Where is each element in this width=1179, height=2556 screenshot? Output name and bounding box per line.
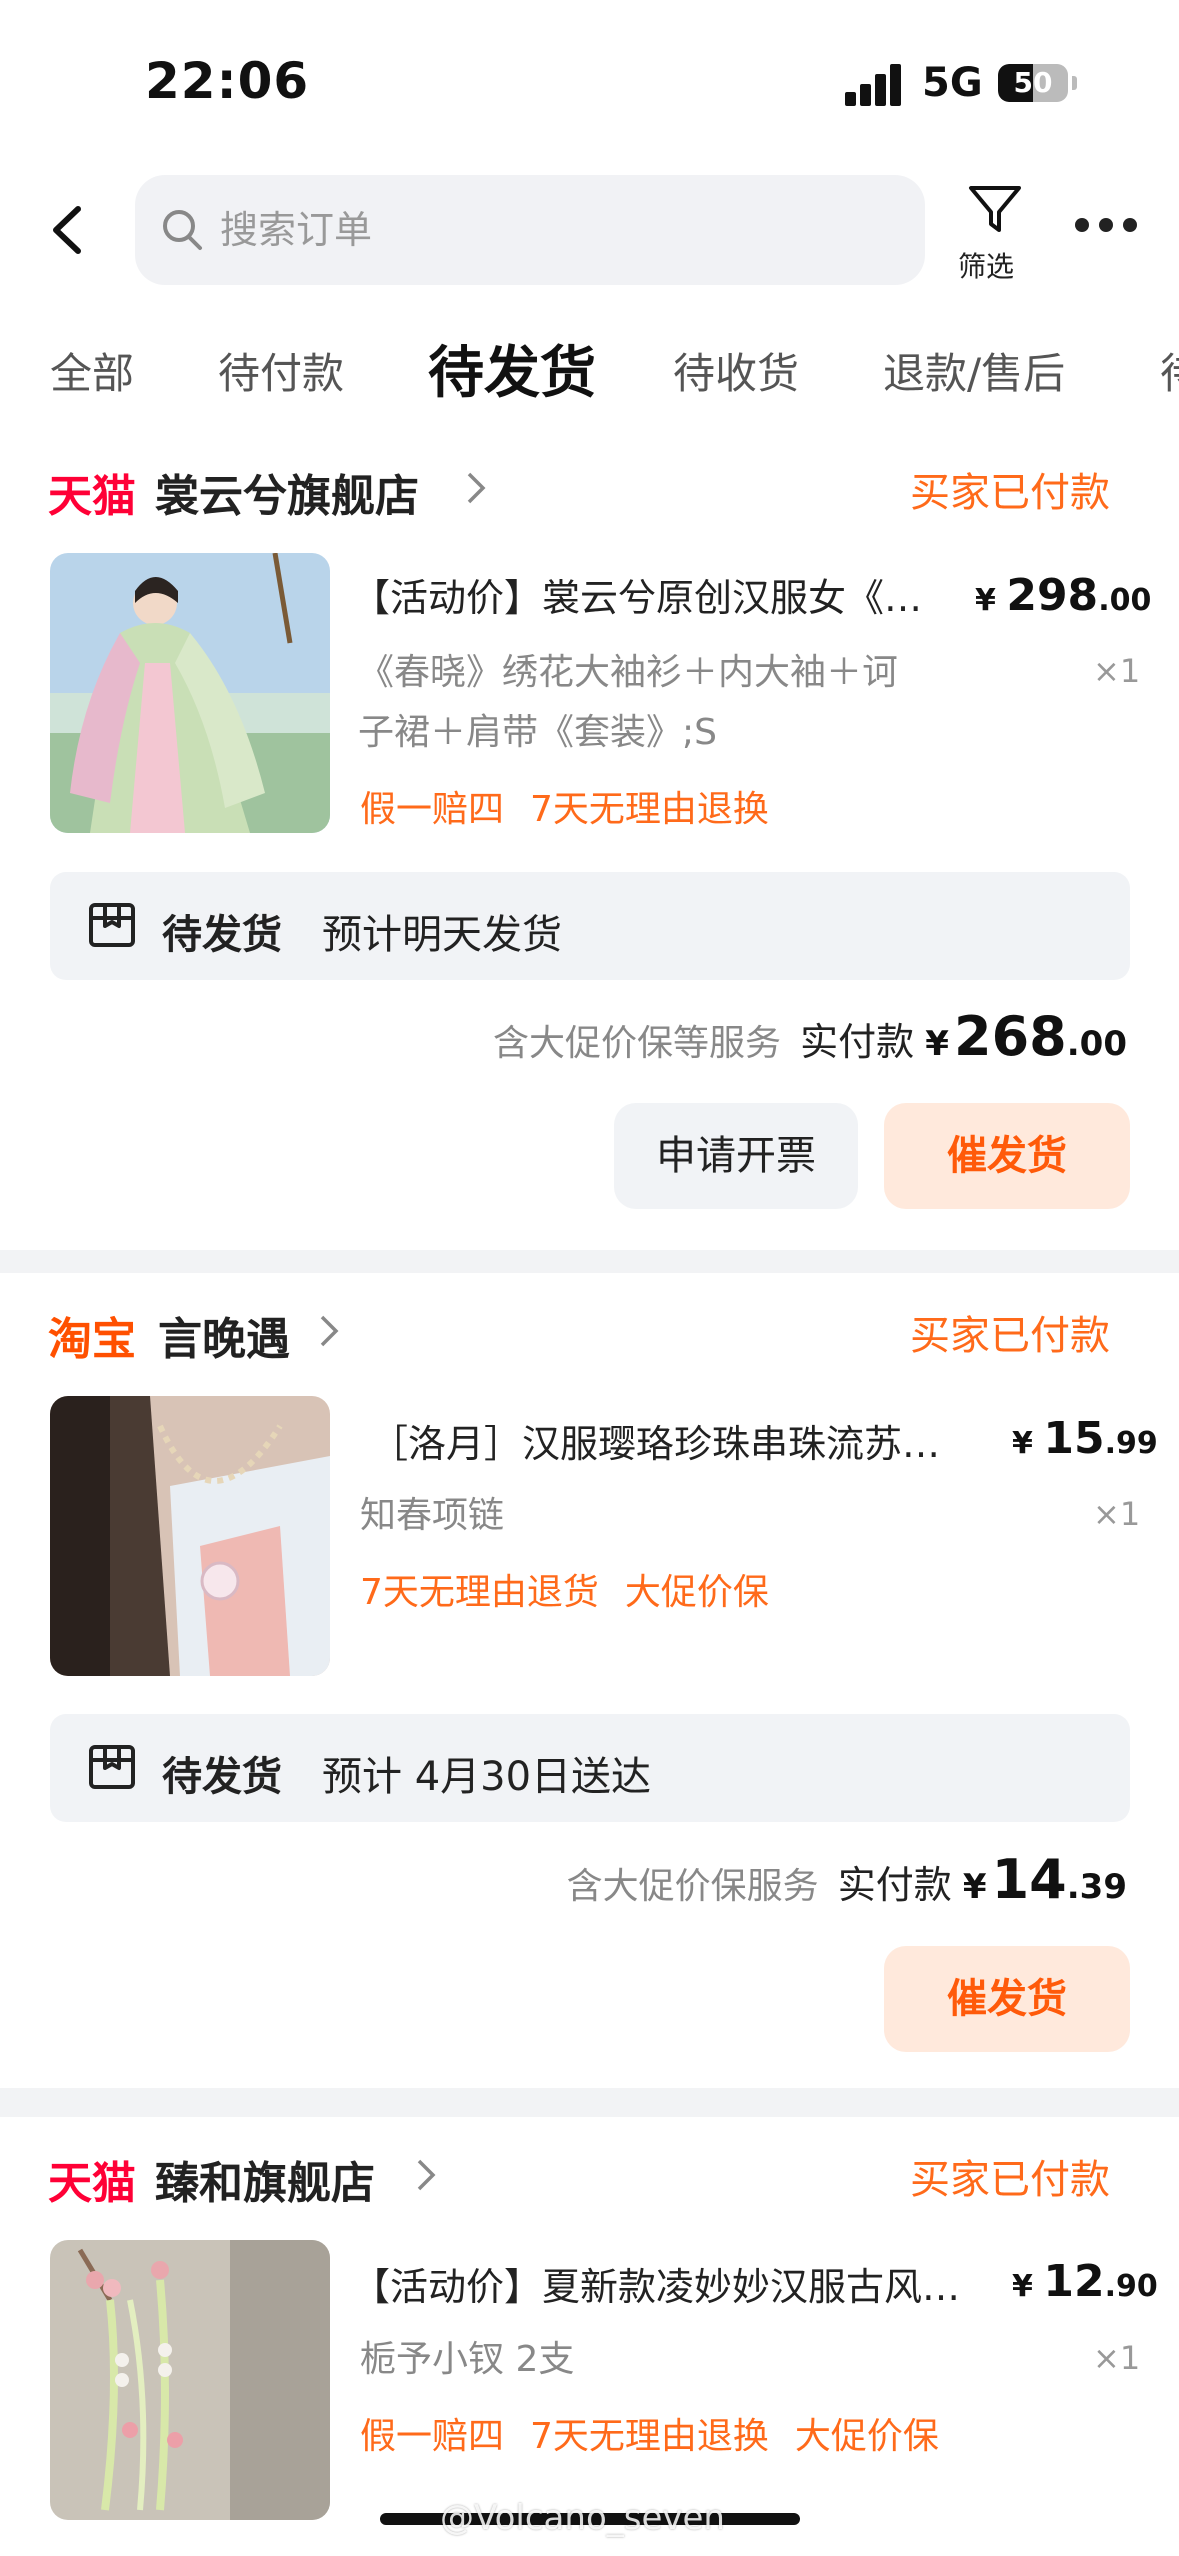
paid-amount-row: 含大促价保服务 实付款 ¥ 14.39 bbox=[567, 1848, 1127, 1911]
tab-refund[interactable]: 退款/售后 bbox=[883, 340, 1065, 401]
shipping-info[interactable]: 待发货 预计 4月30日送达 bbox=[50, 1714, 1130, 1822]
service-note: 含大促价保服务 bbox=[566, 1866, 819, 1907]
taobao-logo: 淘宝 bbox=[48, 1314, 136, 1365]
paid-amount: 14 bbox=[991, 1848, 1067, 1911]
product-image[interactable] bbox=[50, 1396, 330, 1676]
status-time: 22:06 bbox=[145, 52, 310, 110]
more-icon[interactable] bbox=[1075, 218, 1137, 234]
product-qty: ×1 bbox=[1093, 1495, 1141, 1533]
tmall-logo: 天猫 bbox=[48, 471, 136, 522]
filter-icon[interactable] bbox=[965, 180, 1025, 240]
store-name[interactable]: 言晚遇 bbox=[158, 1303, 290, 1367]
product-sku: 知春项链 bbox=[360, 1495, 505, 1536]
battery-tip bbox=[1072, 76, 1077, 90]
service-tag: 假一赔四 bbox=[360, 2416, 505, 2457]
order-status: 买家已付款 bbox=[910, 1313, 1110, 1359]
product-qty: ×1 bbox=[1093, 2339, 1141, 2377]
shipping-status: 待发货 bbox=[162, 912, 282, 958]
battery-icon: 50 bbox=[998, 64, 1068, 102]
search-icon bbox=[163, 210, 202, 250]
search-placeholder: 搜索订单 bbox=[220, 208, 373, 252]
product-image[interactable] bbox=[50, 553, 330, 833]
product-sku: 《春晓》绣花大袖衫＋内大袖＋诃 子裙＋肩带《套装》;S bbox=[358, 643, 898, 763]
tab-pending-shipment[interactable]: 待发货 bbox=[428, 328, 596, 409]
signal-icon bbox=[845, 62, 903, 106]
service-tag: 7天无理由退换 bbox=[530, 2416, 769, 2457]
shipping-estimate: 预计 4月30日送达 bbox=[322, 1754, 652, 1800]
tab-next[interactable]: 待 bbox=[1160, 340, 1179, 401]
tab-pending-payment[interactable]: 待付款 bbox=[218, 340, 344, 401]
urge-shipment-button[interactable]: 催发货 bbox=[884, 1103, 1130, 1209]
service-note: 含大促价保等服务 bbox=[493, 1023, 782, 1064]
chevron-right-icon bbox=[320, 1315, 339, 1347]
paid-label: 实付款 bbox=[800, 1020, 915, 1064]
product-price: ¥ 298.00 bbox=[975, 570, 1152, 621]
shipping-status: 待发货 bbox=[162, 1754, 282, 1800]
store-name[interactable]: 裳云兮旗舰店 bbox=[155, 460, 419, 524]
order-status: 买家已付款 bbox=[910, 470, 1110, 516]
urge-shipment-button[interactable]: 催发货 bbox=[884, 1946, 1130, 2052]
network-label: 5G bbox=[922, 60, 983, 106]
sku-line: 《春晓》绣花大袖衫＋内大袖＋诃 bbox=[358, 652, 899, 693]
chevron-right-icon bbox=[467, 472, 486, 504]
product-title[interactable]: ［洛月］汉服璎珞珍珠串珠流苏… bbox=[370, 1413, 970, 1468]
package-icon bbox=[89, 903, 135, 947]
tab-pending-receipt[interactable]: 待收货 bbox=[673, 340, 799, 401]
order-status: 买家已付款 bbox=[910, 2157, 1110, 2203]
service-tags: 假一赔四 7天无理由退换 bbox=[360, 780, 795, 832]
service-tags: 7天无理由退货 大促价保 bbox=[360, 1563, 795, 1615]
store-name[interactable]: 臻和旗舰店 bbox=[155, 2147, 375, 2211]
service-tag: 假一赔四 bbox=[360, 789, 505, 830]
shipping-info[interactable]: 待发货 预计明天发货 bbox=[50, 872, 1130, 980]
package-icon bbox=[89, 1745, 135, 1789]
service-tag: 大促价保 bbox=[624, 1572, 769, 1613]
order-tabs: 全部 待付款 待发货 待收货 退款/售后 待 bbox=[0, 310, 1179, 420]
product-image[interactable] bbox=[50, 2240, 330, 2520]
back-arrow-icon[interactable] bbox=[48, 205, 88, 255]
request-invoice-button[interactable]: 申请开票 bbox=[614, 1103, 858, 1209]
battery-level: 50 bbox=[1013, 66, 1053, 99]
tab-all[interactable]: 全部 bbox=[50, 340, 134, 401]
sku-line: 子裙＋肩带《套装》;S bbox=[358, 712, 717, 753]
product-qty: ×1 bbox=[1093, 652, 1141, 690]
currency-symbol: ¥ bbox=[925, 1024, 949, 1064]
tmall-logo: 天猫 bbox=[48, 2158, 136, 2209]
chevron-right-icon bbox=[417, 2159, 436, 2191]
paid-label: 实付款 bbox=[837, 1863, 952, 1907]
paid-amount-row: 含大促价保等服务 实付款 ¥ 268.00 bbox=[493, 1005, 1127, 1068]
watermark: @Volcano_seven bbox=[440, 2498, 725, 2538]
product-price: ¥ 15.99 bbox=[1012, 1413, 1158, 1464]
service-tags: 假一赔四 7天无理由退换 大促价保 bbox=[360, 2407, 965, 2459]
paid-amount: 268 bbox=[954, 1005, 1067, 1068]
service-tag: 大促价保 bbox=[794, 2416, 939, 2457]
product-title[interactable]: 【活动价】裳云兮原创汉服女《… bbox=[352, 567, 942, 622]
service-tag: 7天无理由退货 bbox=[360, 1572, 599, 1613]
shipping-estimate: 预计明天发货 bbox=[322, 912, 562, 958]
currency-symbol: ¥ bbox=[962, 1867, 987, 1907]
service-tag: 7天无理由退换 bbox=[530, 789, 769, 830]
product-title[interactable]: 【活动价】夏新款凌妙妙汉服古风… bbox=[352, 2256, 982, 2311]
product-sku: 栀予小钗 2支 bbox=[360, 2339, 575, 2380]
filter-label[interactable]: 筛选 bbox=[958, 245, 1014, 285]
product-price: ¥ 12.90 bbox=[1012, 2256, 1158, 2307]
paid-decimal: .00 bbox=[1066, 1024, 1127, 1064]
paid-decimal: .39 bbox=[1066, 1867, 1127, 1907]
